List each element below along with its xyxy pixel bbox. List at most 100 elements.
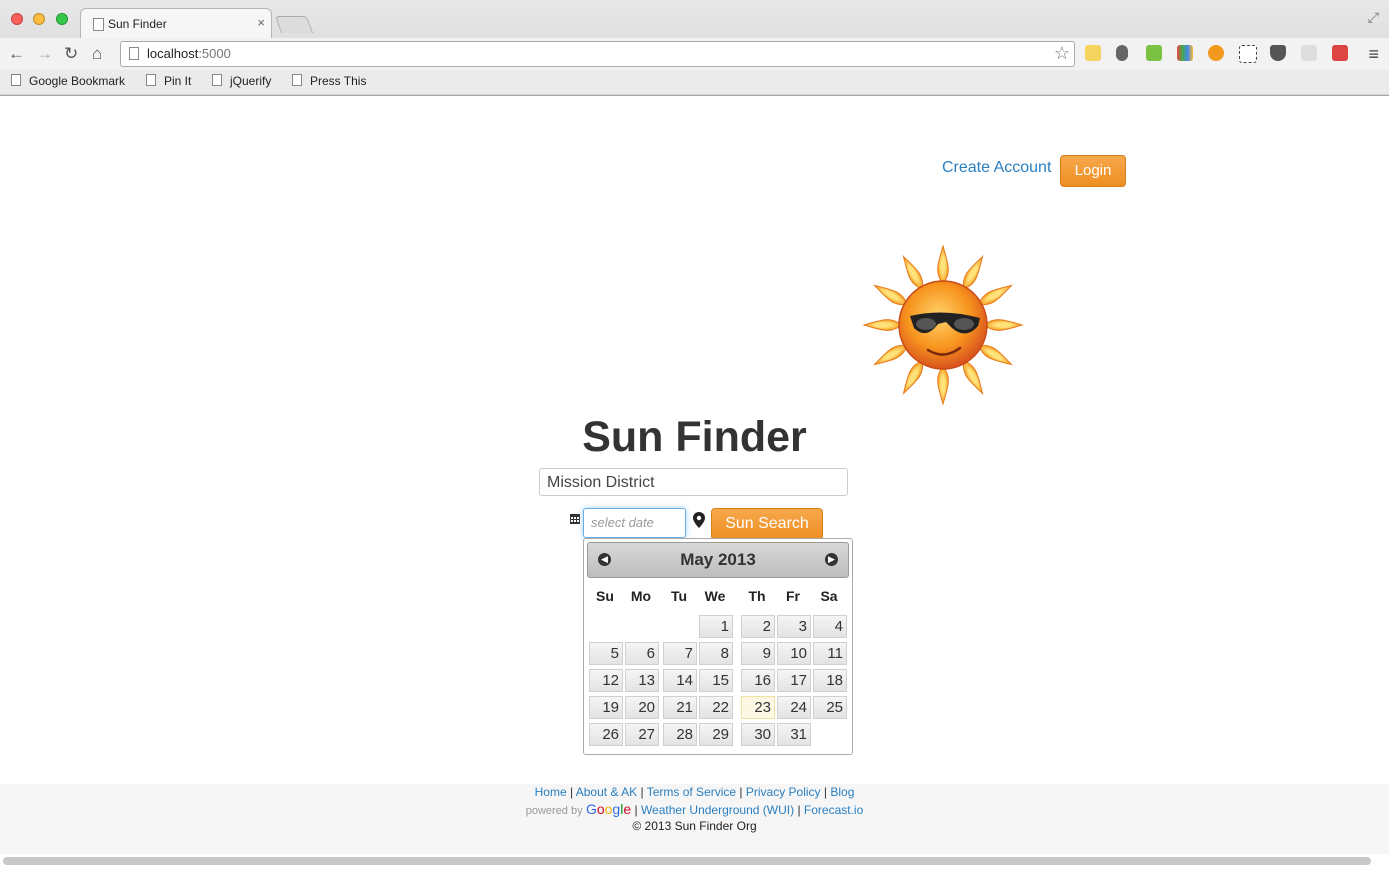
day-cell[interactable]: 14 xyxy=(663,669,697,692)
weekday-label: Sa xyxy=(820,588,838,604)
footer-links: Home | About & AK | Terms of Service | P… xyxy=(0,785,1389,799)
browser-tab[interactable]: Sun Finder × xyxy=(80,8,272,39)
horizontal-scrollbar[interactable] xyxy=(3,857,1371,865)
address-bar[interactable]: localhost:5000 ☆ xyxy=(120,41,1075,67)
day-cell[interactable]: 15 xyxy=(699,669,733,692)
close-window-icon[interactable] xyxy=(11,13,23,25)
weekday-label: We xyxy=(704,588,726,604)
page-icon xyxy=(93,18,104,31)
fullscreen-icon[interactable]: ⤢ xyxy=(1368,9,1379,26)
create-account-link[interactable]: Create Account xyxy=(942,159,1051,177)
day-cell[interactable]: 4 xyxy=(813,615,847,638)
day-cell[interactable]: 28 xyxy=(663,723,697,746)
extension-plus-icon[interactable] xyxy=(1301,45,1317,61)
day-cell[interactable]: 26 xyxy=(589,723,623,746)
separator: | xyxy=(637,785,647,799)
weekday-label: Mo xyxy=(630,588,652,604)
day-cell[interactable]: 6 xyxy=(625,642,659,665)
sun-logo xyxy=(862,244,1024,406)
page-icon xyxy=(212,74,222,86)
tab-title: Sun Finder xyxy=(108,17,167,31)
weekday-label: Fr xyxy=(786,588,800,604)
bookmarks-bar: Google Bookmark Pin It jQuerify Press Th… xyxy=(0,70,1389,94)
day-cell[interactable]: 31 xyxy=(777,723,811,746)
separator: | xyxy=(736,785,746,799)
extension-bird-icon[interactable] xyxy=(1208,45,1224,61)
bookmark-google[interactable]: Google Bookmark xyxy=(11,74,125,88)
extension-notes-icon[interactable] xyxy=(1085,45,1101,61)
bookmark-pin-it[interactable]: Pin It xyxy=(146,74,191,88)
extension-android-icon[interactable] xyxy=(1146,45,1162,61)
day-cell[interactable]: 7 xyxy=(663,642,697,665)
extension-bookmark-icon[interactable] xyxy=(1332,45,1348,61)
bookmark-star-icon[interactable]: ☆ xyxy=(1054,43,1070,64)
day-cell[interactable]: 8 xyxy=(699,642,733,665)
footer-link-privacy[interactable]: Privacy Policy xyxy=(746,785,821,799)
datepicker-header: ◀ May 2013 ▶ xyxy=(587,542,849,578)
extension-tools-icon[interactable] xyxy=(1116,45,1128,61)
home-icon[interactable]: ⌂ xyxy=(92,44,102,64)
day-cell[interactable]: 25 xyxy=(813,696,847,719)
forward-icon[interactable]: → xyxy=(36,44,53,64)
weather-underground-link[interactable]: Weather Underground (WUI) xyxy=(641,803,794,817)
reload-icon[interactable]: ↻ xyxy=(64,44,78,64)
day-cell[interactable]: 30 xyxy=(741,723,775,746)
minimize-window-icon[interactable] xyxy=(33,13,46,25)
day-cell[interactable]: 16 xyxy=(741,669,775,692)
new-tab-button[interactable] xyxy=(274,16,314,33)
copyright: © 2013 Sun Finder Org xyxy=(632,819,757,833)
login-button[interactable]: Login xyxy=(1060,155,1126,187)
page-title: Sun Finder xyxy=(582,413,807,461)
day-cell[interactable]: 2 xyxy=(741,615,775,638)
day-cell[interactable]: 9 xyxy=(741,642,775,665)
bookmark-label: Pin It xyxy=(164,74,192,88)
chrome-menu-icon[interactable]: ≡ xyxy=(1368,44,1379,65)
forecast-io-link[interactable]: Forecast.io xyxy=(804,803,863,817)
footer-link-blog[interactable]: Blog xyxy=(830,785,854,799)
day-cell[interactable]: 21 xyxy=(663,696,697,719)
day-cell[interactable]: 22 xyxy=(699,696,733,719)
page-icon xyxy=(292,74,302,86)
day-cell[interactable]: 10 xyxy=(777,642,811,665)
day-cell[interactable]: 17 xyxy=(777,669,811,692)
footer-link-terms[interactable]: Terms of Service xyxy=(647,785,736,799)
day-cell[interactable]: 20 xyxy=(625,696,659,719)
powered-by-label: powered by xyxy=(525,805,583,817)
day-cell[interactable]: 18 xyxy=(813,669,847,692)
url-text: localhost:5000 xyxy=(147,46,231,61)
page-icon xyxy=(146,74,156,86)
close-tab-icon[interactable]: × xyxy=(257,15,265,30)
date-input[interactable]: select date xyxy=(583,508,686,538)
sun-search-button[interactable]: Sun Search xyxy=(711,508,823,540)
maximize-window-icon[interactable] xyxy=(55,13,68,25)
day-cell[interactable]: 23 xyxy=(741,696,775,719)
google-logo: Google xyxy=(585,801,632,817)
bookmark-label: jQuerify xyxy=(230,74,272,88)
day-cell[interactable]: 3 xyxy=(777,615,811,638)
bookmark-jquerify[interactable]: jQuerify xyxy=(212,74,271,88)
day-cell[interactable]: 13 xyxy=(625,669,659,692)
back-icon[interactable]: ← xyxy=(8,44,25,64)
bookmark-press-this[interactable]: Press This xyxy=(292,74,366,88)
day-cell[interactable]: 5 xyxy=(589,642,623,665)
location-input[interactable]: Mission District xyxy=(539,468,848,496)
day-cell[interactable]: 19 xyxy=(589,696,623,719)
location-pin-icon[interactable] xyxy=(693,512,705,528)
day-cell[interactable]: 27 xyxy=(625,723,659,746)
page-icon xyxy=(129,47,139,60)
day-cell[interactable]: 12 xyxy=(589,669,623,692)
weekday-label: Su xyxy=(596,588,614,604)
extension-pocket-icon[interactable] xyxy=(1270,45,1286,61)
day-cell[interactable]: 24 xyxy=(777,696,811,719)
next-month-icon[interactable]: ▶ xyxy=(825,553,838,566)
day-cell[interactable]: 1 xyxy=(699,615,733,638)
day-cell[interactable]: 29 xyxy=(699,723,733,746)
footer-link-home[interactable]: Home xyxy=(535,785,567,799)
extension-grid-icon[interactable] xyxy=(1177,45,1193,61)
separator: | xyxy=(794,803,804,817)
calendar-icon[interactable] xyxy=(570,514,580,524)
datepicker-month-title: May 2013 xyxy=(680,550,756,569)
extension-screenshot-icon[interactable] xyxy=(1239,45,1257,63)
day-cell[interactable]: 11 xyxy=(813,642,847,665)
footer-link-about[interactable]: About & AK xyxy=(576,785,637,799)
